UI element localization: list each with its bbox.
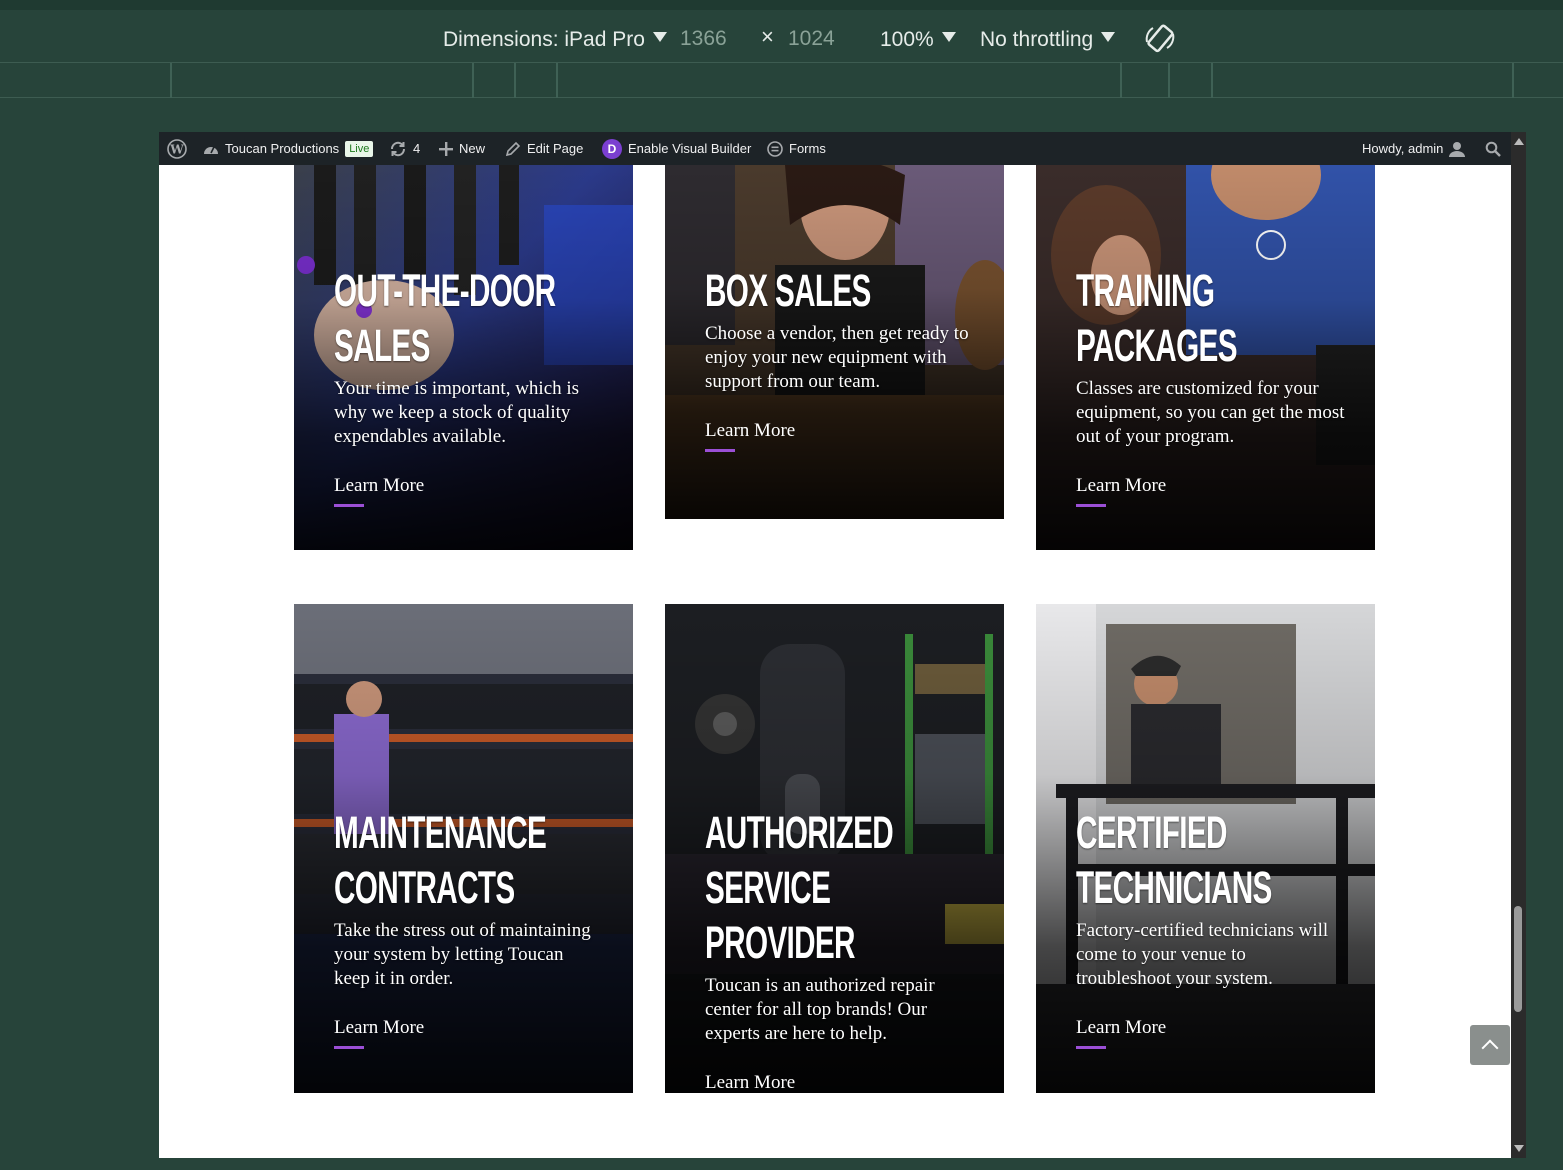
card-text: Certified Technicians Factory-certified …: [1076, 805, 1345, 1049]
pencil-icon: [505, 141, 521, 156]
times-sign: ×: [761, 24, 774, 49]
edit-page-label: Edit Page: [527, 141, 584, 156]
chevron-down-icon: [941, 32, 956, 42]
wordpress-icon: W: [167, 138, 187, 159]
card-description: Toucan is an authorized repair center fo…: [705, 975, 935, 1044]
divi-icon: D: [602, 138, 622, 159]
card-title: Certified Technicians: [1076, 807, 1272, 913]
ruler-tick[interactable]: [1512, 63, 1514, 98]
scrollbar-thumb[interactable]: [1514, 906, 1522, 1012]
search-button[interactable]: [1485, 132, 1501, 165]
site-name: Toucan Productions: [225, 141, 340, 156]
card-title: Training Packages: [1076, 265, 1238, 371]
height-input[interactable]: 1024: [788, 22, 835, 56]
card-title: Maintenance Contracts: [334, 807, 547, 913]
scroll-up-arrow-icon[interactable]: [1514, 138, 1524, 145]
dimensions-label: Dimensions: iPad Pro: [443, 28, 645, 51]
devtools-top-strip: [0, 0, 1563, 10]
forms-icon: [767, 140, 783, 157]
dimensions-dropdown[interactable]: Dimensions: iPad Pro: [443, 26, 667, 54]
service-card: Out-the-Door Sales Your time is importan…: [294, 165, 633, 550]
scroll-down-arrow-icon[interactable]: [1514, 1145, 1524, 1152]
card-title: Box Sales: [705, 265, 871, 316]
zoom-label: 100%: [880, 28, 934, 51]
ruler-tick[interactable]: [1120, 63, 1122, 98]
new-content-menu[interactable]: New: [439, 132, 485, 165]
device-viewport: W Toucan Productions Live 4 New Edit Pag…: [159, 132, 1511, 1158]
page-content: Out-the-Door Sales Your time is importan…: [159, 165, 1511, 1158]
search-icon: [1485, 141, 1501, 157]
updates-count: 4: [413, 141, 421, 156]
updates-icon: [390, 141, 406, 156]
card-text: Maintenance Contracts Take the stress ou…: [334, 805, 603, 1049]
live-badge: Live: [345, 140, 374, 157]
chevron-down-icon: [1101, 32, 1116, 42]
card-title: Authorized Service Provider: [705, 807, 894, 968]
ruler-tick[interactable]: [1211, 63, 1213, 98]
device-toolbar: Dimensions: iPad Pro 1366 × 1024 100% No…: [0, 10, 1563, 63]
throttling-dropdown[interactable]: No throttling: [980, 26, 1116, 54]
ruler-tick[interactable]: [1168, 63, 1170, 98]
edit-page-link[interactable]: Edit Page: [505, 132, 583, 165]
learn-more-link[interactable]: Learn More: [705, 420, 795, 452]
visual-builder-label: Enable Visual Builder: [628, 141, 752, 156]
card-title: Out-the-Door Sales: [334, 265, 556, 371]
visual-builder-link[interactable]: D Enable Visual Builder: [602, 132, 751, 165]
learn-more-link[interactable]: Learn More: [334, 475, 424, 507]
card-description: Classes are customized for your equipmen…: [1076, 378, 1345, 447]
service-card: Authorized Service Provider Toucan is an…: [665, 604, 1004, 1093]
service-card: Maintenance Contracts Take the stress ou…: [294, 604, 633, 1093]
updates-menu[interactable]: 4: [389, 132, 420, 165]
learn-more-link[interactable]: Learn More: [1076, 475, 1166, 507]
user-avatar-icon: [1449, 141, 1466, 157]
learn-more-link[interactable]: Learn More: [334, 1017, 424, 1049]
zoom-dropdown[interactable]: 100%: [880, 26, 956, 54]
card-text: Authorized Service Provider Toucan is an…: [705, 805, 974, 1093]
width-input[interactable]: 1366: [680, 22, 727, 56]
media-query-ruler: [0, 63, 1563, 98]
card-text: Out-the-Door Sales Your time is importan…: [334, 263, 603, 507]
back-to-top-button[interactable]: [1470, 1025, 1510, 1065]
card-description: Choose a vendor, then get ready to enjoy…: [705, 323, 969, 392]
learn-more-link[interactable]: Learn More: [705, 1072, 795, 1093]
chevron-down-icon: [652, 32, 667, 42]
svg-text:W: W: [169, 142, 184, 156]
wordpress-logo[interactable]: W: [167, 132, 187, 165]
service-card: Box Sales Choose a vendor, then get read…: [665, 165, 1004, 519]
rotate-icon[interactable]: [1143, 22, 1177, 56]
howdy-label: Howdy, admin: [1362, 141, 1444, 156]
dashboard-icon: [204, 146, 218, 154]
card-description: Factory-certified technicians will come …: [1076, 920, 1329, 989]
service-card: Certified Technicians Factory-certified …: [1036, 604, 1375, 1093]
card-description: Take the stress out of maintaining your …: [334, 920, 591, 989]
forms-label: Forms: [789, 141, 826, 156]
plus-icon: [439, 141, 453, 156]
service-card: Training Packages Classes are customized…: [1036, 165, 1375, 550]
throttling-label: No throttling: [980, 28, 1094, 51]
my-account-menu[interactable]: Howdy, admin: [1362, 132, 1466, 165]
ruler-tick[interactable]: [170, 63, 172, 98]
learn-more-link[interactable]: Learn More: [1076, 1017, 1166, 1049]
site-name-menu[interactable]: Toucan Productions Live: [203, 132, 374, 165]
card-description: Your time is important, which is why we …: [334, 378, 580, 447]
card-text: Box Sales Choose a vendor, then get read…: [705, 263, 974, 452]
card-text: Training Packages Classes are customized…: [1076, 263, 1345, 507]
ruler-tick[interactable]: [472, 63, 474, 98]
viewport-scrollbar[interactable]: [1511, 132, 1526, 1158]
wp-admin-bar: W Toucan Productions Live 4 New Edit Pag…: [159, 132, 1511, 165]
ruler-tick[interactable]: [514, 63, 516, 98]
new-label: New: [459, 141, 486, 156]
forms-menu[interactable]: Forms: [767, 132, 826, 165]
ruler-tick[interactable]: [556, 63, 558, 98]
